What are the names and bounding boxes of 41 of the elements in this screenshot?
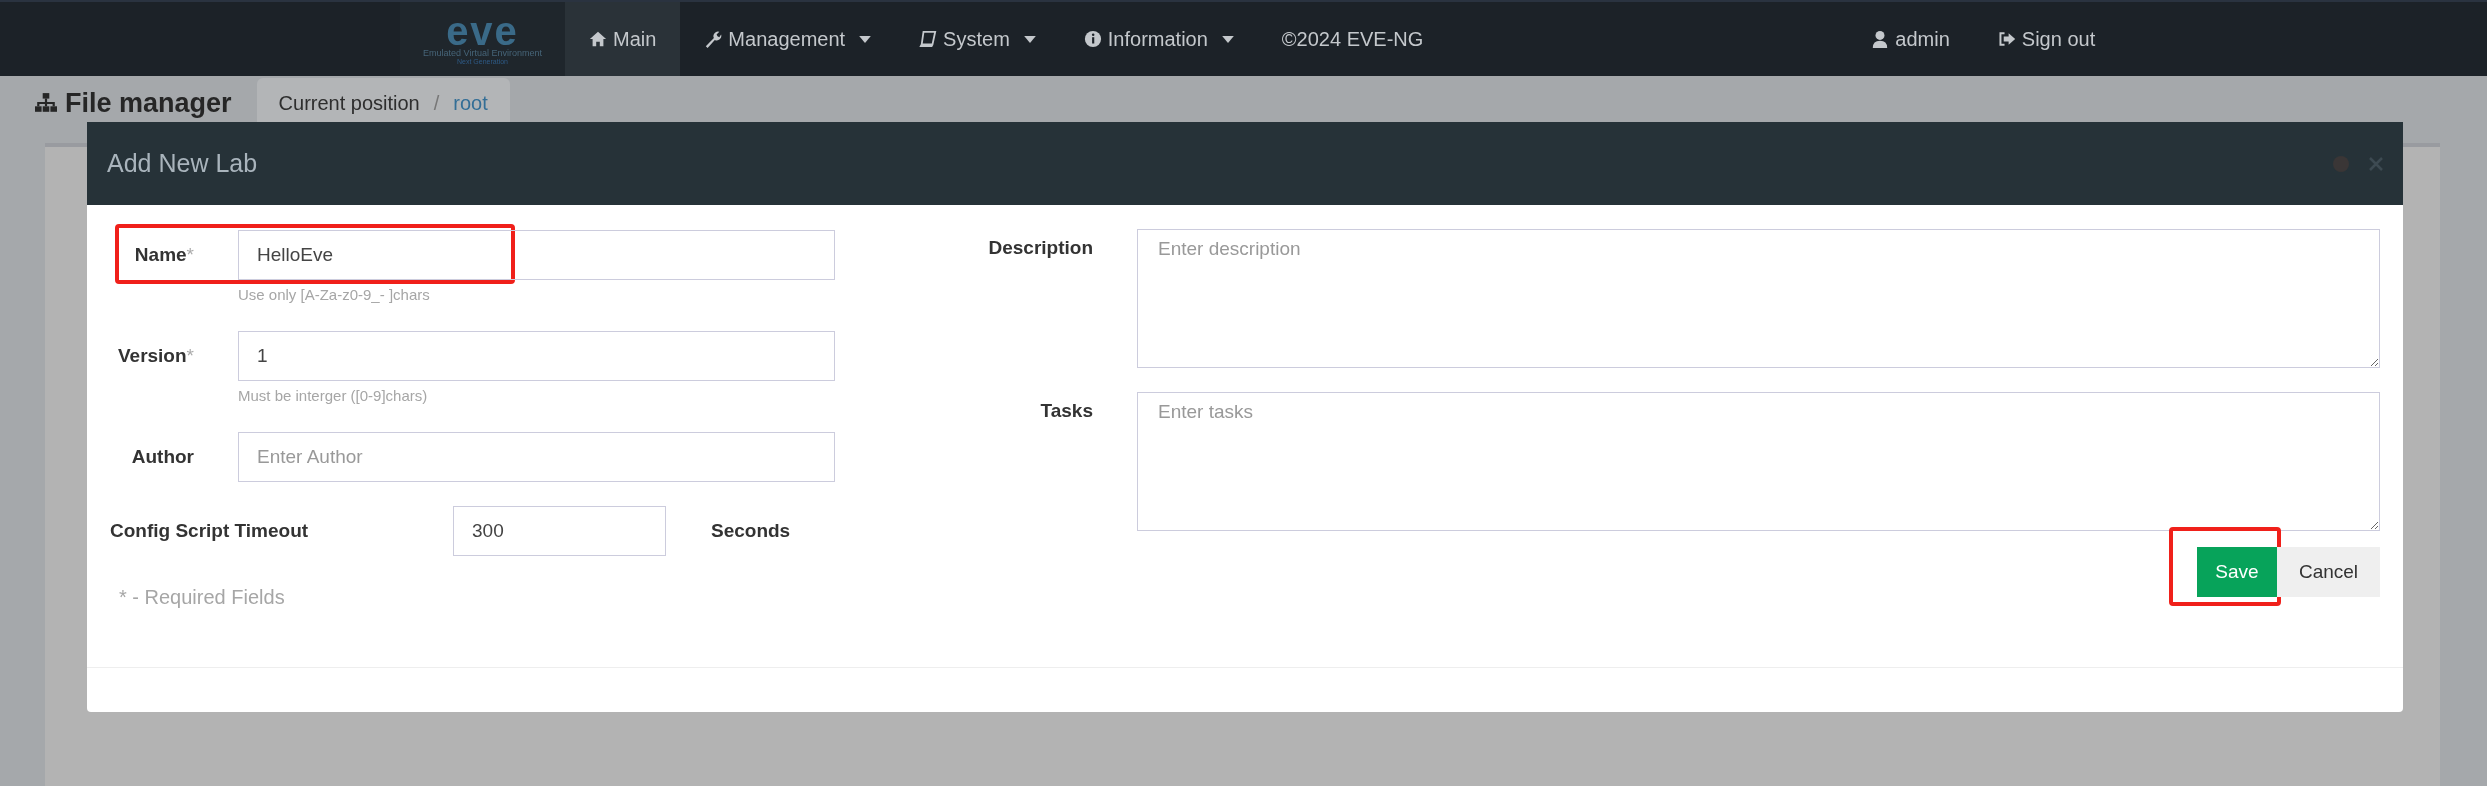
text-field[interactable]: 1 [238, 331, 835, 381]
caret-icon [1221, 35, 1234, 43]
user-icon [1871, 30, 1890, 48]
field-label: Version* [116, 345, 195, 367]
text-area[interactable]: Enter description [1137, 229, 2380, 368]
book-icon [919, 30, 938, 48]
cancel-button[interactable]: Cancel [2277, 547, 2380, 597]
logo-wordmark: eve [446, 13, 519, 48]
breadcrumb-label: Current position [278, 91, 420, 115]
caret-icon [859, 35, 872, 43]
sign-out-link[interactable]: Sign out [1973, 2, 2120, 76]
field-hint: Use only [A-Za-z0-9_- ]chars [238, 286, 431, 303]
field-hint: Must be interger ([0-9]chars) [238, 387, 429, 404]
field-label: Config Script Timeout [109, 520, 310, 542]
sitemap-icon [35, 93, 57, 113]
text-field[interactable]: Enter Author [238, 432, 835, 482]
close-icon[interactable] [2369, 156, 2383, 171]
info-icon [1083, 30, 1102, 48]
field-label: Description [987, 236, 1094, 260]
nav-menu-item[interactable]: Management [680, 2, 896, 76]
field-label: Author [130, 446, 195, 468]
caret-icon [1023, 35, 1036, 43]
required-note: * - Required Fields [119, 586, 286, 609]
unit-label: Seconds [711, 520, 791, 542]
timeout-field[interactable]: 300 [453, 506, 666, 556]
text-area[interactable]: Enter tasks [1137, 392, 2380, 531]
page-title: File manager [35, 87, 232, 119]
user-menu[interactable]: admin [1847, 2, 1974, 76]
nav-menu-item[interactable]: Main [565, 2, 681, 76]
nav-menu-item[interactable]: System [895, 2, 1060, 76]
logo-tagline: Emulated Virtual Environment [423, 47, 542, 58]
field-label: Name* [133, 244, 195, 266]
nav-menu-item[interactable]: ©2024 EVE-NG [1257, 2, 1448, 76]
dialog-title: Add New Lab [107, 149, 259, 178]
nav-menu-item[interactable]: Information [1059, 2, 1258, 76]
home-icon [589, 30, 607, 48]
wrench-icon [704, 30, 723, 48]
breadcrumb-separator: / [433, 91, 440, 115]
sign-out-icon [1997, 30, 2016, 48]
field-label: Tasks [1039, 399, 1094, 423]
text-field[interactable]: HelloEve [238, 230, 835, 280]
